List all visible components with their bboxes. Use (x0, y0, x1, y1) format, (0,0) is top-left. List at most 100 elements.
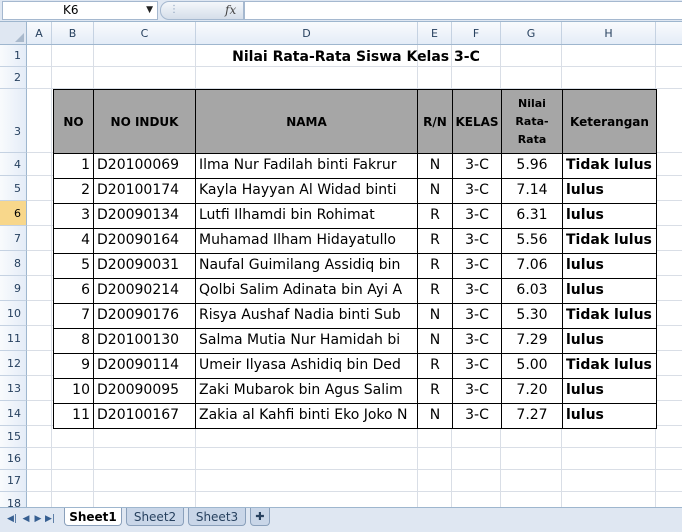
table-cell-nilai[interactable]: 5.96 (501, 153, 563, 179)
table-cell-ket[interactable]: Tidak lulus (562, 228, 657, 254)
row-header-14[interactable]: 14 (0, 401, 27, 426)
table-cell-rn[interactable]: R (417, 278, 453, 304)
table-cell-nilai[interactable]: 7.27 (501, 403, 563, 429)
row-header-1[interactable]: 1 (0, 45, 27, 67)
last-sheet-icon[interactable]: ▶| (44, 512, 56, 526)
header-no-induk[interactable]: NO INDUK (93, 89, 196, 154)
formula-input[interactable] (244, 1, 682, 20)
table-cell-ket[interactable]: lulus (562, 203, 657, 229)
table-cell-induk[interactable]: D20090031 (93, 253, 196, 279)
table-cell-nama[interactable]: Risya Aushaf Nadia binti Sub (195, 303, 418, 329)
table-cell-kelas[interactable]: 3-C (452, 153, 502, 179)
tab-sheet1[interactable]: Sheet1 (64, 508, 122, 526)
table-cell-nama[interactable]: Zaki Mubarok bin Agus Salim (195, 378, 418, 404)
row-header-4[interactable]: 4 (0, 153, 27, 176)
table-cell-nama[interactable]: Kayla Hayyan Al Widad binti (195, 178, 418, 204)
table-cell-no[interactable]: 1 (53, 153, 94, 179)
row-header-17[interactable]: 17 (0, 470, 27, 492)
table-cell-rn[interactable]: N (417, 178, 453, 204)
next-sheet-icon[interactable]: ▶ (32, 512, 44, 526)
table-cell-kelas[interactable]: 3-C (452, 203, 502, 229)
row-header-5[interactable]: 5 (0, 176, 27, 201)
table-cell-ket[interactable]: Tidak lulus (562, 303, 657, 329)
table-cell-no[interactable]: 2 (53, 178, 94, 204)
table-cell-induk[interactable]: D20100174 (93, 178, 196, 204)
prev-sheet-icon[interactable]: ◀ (20, 512, 32, 526)
table-cell-nama[interactable]: Naufal Guimilang Assidiq bin (195, 253, 418, 279)
table-cell-kelas[interactable]: 3-C (452, 178, 502, 204)
row-header-16[interactable]: 16 (0, 448, 27, 470)
table-cell-nama[interactable]: Qolbi Salim Adinata bin Ayi A (195, 278, 418, 304)
row-header-15[interactable]: 15 (0, 426, 27, 448)
table-cell-rn[interactable]: R (417, 378, 453, 404)
first-sheet-icon[interactable]: ◀| (6, 512, 18, 526)
table-cell-rn[interactable]: R (417, 253, 453, 279)
tab-sheet3[interactable]: Sheet3 (188, 508, 246, 526)
table-cell-rn[interactable]: N (417, 153, 453, 179)
table-cell-kelas[interactable]: 3-C (452, 278, 502, 304)
table-cell-ket[interactable]: lulus (562, 278, 657, 304)
insert-function-icon[interactable]: fx (225, 3, 236, 17)
table-cell-induk[interactable]: D20090095 (93, 378, 196, 404)
table-cell-no[interactable]: 5 (53, 253, 94, 279)
table-cell-rn[interactable]: R (417, 228, 453, 254)
name-box-dropdown-icon[interactable]: ▼ (146, 2, 153, 19)
table-cell-kelas[interactable]: 3-C (452, 253, 502, 279)
table-cell-kelas[interactable]: 3-C (452, 228, 502, 254)
table-cell-nilai[interactable]: 7.20 (501, 378, 563, 404)
table-cell-nama[interactable]: Umeir Ilyasa Ashidiq bin Ded (195, 353, 418, 379)
row-header-13[interactable]: 13 (0, 376, 27, 401)
row-header-8[interactable]: 8 (0, 251, 27, 276)
table-cell-kelas[interactable]: 3-C (452, 303, 502, 329)
row-header-10[interactable]: 10 (0, 301, 27, 326)
table-cell-rn[interactable]: N (417, 403, 453, 429)
table-cell-no[interactable]: 11 (53, 403, 94, 429)
table-cell-nama[interactable]: Lutfi Ilhamdi bin Rohimat (195, 203, 418, 229)
row-header-3[interactable]: 3 (0, 89, 27, 153)
insert-sheet-icon[interactable]: ✚ (250, 508, 270, 526)
table-cell-no[interactable]: 8 (53, 328, 94, 354)
column-header-a[interactable]: A (27, 22, 52, 44)
header-keterangan[interactable]: Keterangan (562, 89, 657, 154)
table-cell-induk[interactable]: D20100069 (93, 153, 196, 179)
table-cell-nilai[interactable]: 7.29 (501, 328, 563, 354)
header-nama[interactable]: NAMA (195, 89, 418, 154)
row-header-6[interactable]: 6 (0, 201, 27, 226)
row-header-12[interactable]: 12 (0, 351, 27, 376)
table-cell-rn[interactable]: R (417, 353, 453, 379)
resize-handle-icon[interactable]: ⋮ (169, 4, 179, 15)
row-header-2[interactable]: 2 (0, 67, 27, 89)
table-cell-nilai[interactable]: 5.30 (501, 303, 563, 329)
table-cell-induk[interactable]: D20090176 (93, 303, 196, 329)
table-cell-nilai[interactable]: 7.14 (501, 178, 563, 204)
table-cell-ket[interactable]: Tidak lulus (562, 153, 657, 179)
row-header-11[interactable]: 11 (0, 326, 27, 351)
table-cell-nilai[interactable]: 6.31 (501, 203, 563, 229)
select-all-button[interactable] (0, 22, 27, 45)
table-cell-no[interactable]: 6 (53, 278, 94, 304)
table-cell-ket[interactable]: lulus (562, 253, 657, 279)
table-cell-ket[interactable]: Tidak lulus (562, 353, 657, 379)
table-cell-ket[interactable]: lulus (562, 403, 657, 429)
table-cell-rn[interactable]: N (417, 303, 453, 329)
row-header-7[interactable]: 7 (0, 226, 27, 251)
column-header-d[interactable]: D (196, 22, 418, 44)
table-cell-induk[interactable]: D20090214 (93, 278, 196, 304)
column-header-f[interactable]: F (452, 22, 501, 44)
column-header-g[interactable]: G (501, 22, 562, 44)
table-cell-no[interactable]: 7 (53, 303, 94, 329)
table-cell-induk[interactable]: D20090134 (93, 203, 196, 229)
table-cell-ket[interactable]: lulus (562, 378, 657, 404)
table-cell-kelas[interactable]: 3-C (452, 328, 502, 354)
column-header-h[interactable]: H (562, 22, 656, 44)
table-cell-nilai[interactable]: 5.56 (501, 228, 563, 254)
table-cell-kelas[interactable]: 3-C (452, 378, 502, 404)
column-header-c[interactable]: C (94, 22, 196, 44)
table-cell-nama[interactable]: Zakia al Kahfi binti Eko Joko N (195, 403, 418, 429)
table-cell-ket[interactable]: lulus (562, 178, 657, 204)
table-cell-kelas[interactable]: 3-C (452, 353, 502, 379)
column-header-b[interactable]: B (52, 22, 94, 44)
header-kelas[interactable]: KELAS (452, 89, 502, 154)
table-cell-no[interactable]: 9 (53, 353, 94, 379)
table-cell-nama[interactable]: Muhamad Ilham Hidayatullo (195, 228, 418, 254)
